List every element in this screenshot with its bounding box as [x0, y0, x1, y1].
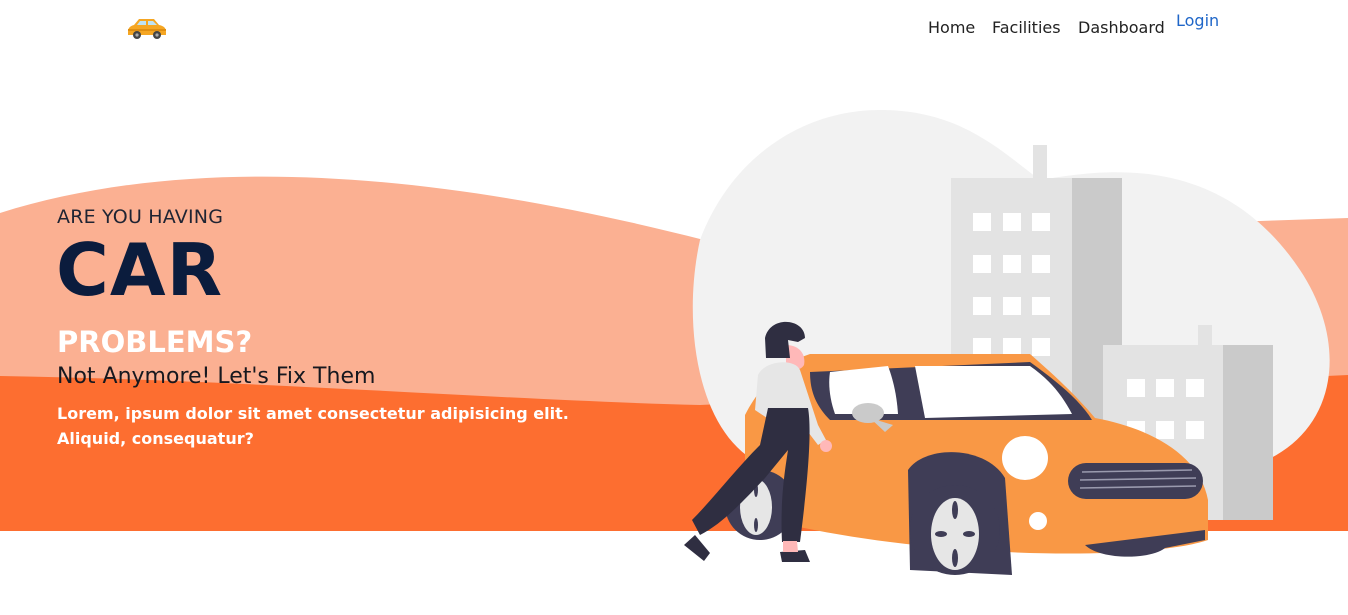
- hero-description: Lorem, ipsum dolor sit amet consectetur …: [57, 404, 569, 448]
- nav-facilities-link[interactable]: Facilities: [992, 18, 1061, 37]
- hero-subtitle: Not Anymore! Let's Fix Them: [57, 364, 376, 389]
- hero-title: CAR: [56, 228, 224, 312]
- hero-problems: PROBLEMS?: [57, 325, 253, 359]
- nav-home-link[interactable]: Home: [928, 18, 975, 37]
- car-logo-icon[interactable]: [126, 16, 168, 40]
- login-link[interactable]: Login: [1176, 11, 1219, 30]
- nav-dashboard-link[interactable]: Dashboard: [1078, 18, 1165, 37]
- navbar: Home Facilities Dashboard Login: [0, 0, 1348, 60]
- hero-kicker: ARE YOU HAVING: [57, 206, 224, 228]
- car-illustration: [684, 110, 1330, 575]
